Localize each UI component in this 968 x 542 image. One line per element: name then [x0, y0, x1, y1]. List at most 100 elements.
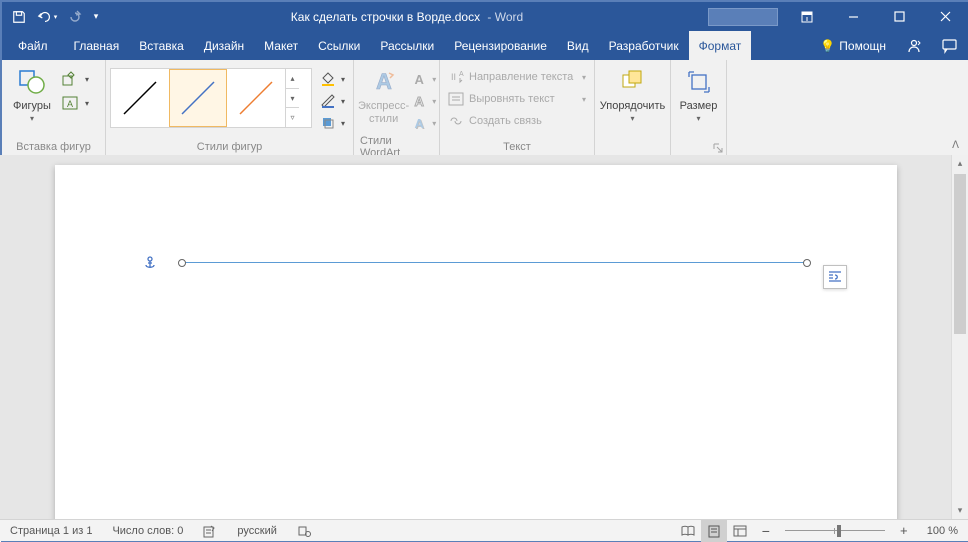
- scroll-track[interactable]: [952, 172, 968, 502]
- shape-effects-icon[interactable]: ▾: [316, 112, 349, 134]
- tab-mailings[interactable]: Рассылки: [370, 31, 444, 60]
- close-icon[interactable]: [922, 2, 968, 31]
- tab-home[interactable]: Главная: [64, 31, 130, 60]
- arrange-icon: [617, 66, 649, 98]
- svg-text:A: A: [459, 71, 464, 78]
- group-label-wordart: Стили WordArt: [354, 138, 439, 156]
- link-icon: [448, 113, 464, 129]
- align-text-icon: [448, 91, 464, 107]
- window-controls: [784, 2, 968, 31]
- document-area: ▴ ▾: [0, 155, 968, 519]
- page[interactable]: [55, 165, 897, 519]
- group-label-size: [671, 138, 726, 156]
- text-box-icon[interactable]: A▾: [60, 92, 91, 114]
- scroll-down-icon[interactable]: ▾: [952, 502, 968, 519]
- tell-me[interactable]: 💡Помощн: [810, 31, 896, 60]
- zoom-knob[interactable]: [837, 525, 841, 537]
- collapse-ribbon-icon[interactable]: ᐱ: [947, 137, 964, 154]
- shapes-button[interactable]: Фигуры ▾: [6, 64, 58, 136]
- status-language[interactable]: русский: [227, 520, 286, 541]
- group-shape-styles: ▴ ▾ ▿ ▾ ▾ ▾ Стили фигур: [106, 60, 354, 156]
- quick-styles-button[interactable]: A Экспресс- стили: [358, 64, 409, 136]
- text-outline-icon: A▾: [409, 90, 438, 112]
- group-insert-shapes: Фигуры ▾ ▾ A▾ Вставка фигур: [2, 60, 106, 156]
- account-area[interactable]: [708, 8, 778, 26]
- web-layout-icon[interactable]: [727, 520, 753, 542]
- scroll-thumb[interactable]: [954, 174, 966, 334]
- redo-icon[interactable]: [62, 5, 88, 29]
- zoom-out-icon[interactable]: −: [753, 520, 779, 542]
- chevron-down-icon: ▾: [696, 114, 700, 123]
- gallery-scroll: ▴ ▾ ▿: [285, 69, 299, 127]
- wordart-icon: A: [368, 66, 400, 98]
- resize-handle-right[interactable]: [803, 259, 811, 267]
- edit-shape-icon[interactable]: ▾: [60, 68, 91, 90]
- gallery-down-icon[interactable]: ▾: [286, 89, 299, 109]
- group-label-text: Текст: [440, 138, 594, 156]
- arrange-label: Упорядочить: [600, 100, 665, 113]
- document-scroll[interactable]: [0, 155, 951, 519]
- status-words[interactable]: Число слов: 0: [102, 520, 193, 541]
- shapes-icon: [16, 66, 48, 98]
- status-proofing[interactable]: [193, 520, 227, 541]
- shape-fill-icon[interactable]: ▾: [316, 68, 349, 90]
- maximize-icon[interactable]: [876, 2, 922, 31]
- shape-style-3[interactable]: [227, 69, 285, 127]
- qat-customize-icon[interactable]: ▾: [90, 5, 102, 29]
- macro-record-icon: [297, 524, 311, 538]
- gallery-more-icon[interactable]: ▿: [286, 108, 299, 127]
- text-direction-icon: IIA: [448, 69, 464, 85]
- tab-review[interactable]: Рецензирование: [444, 31, 557, 60]
- quick-styles-label: Экспресс- стили: [358, 100, 409, 126]
- zoom-slider[interactable]: [785, 520, 885, 542]
- size-button[interactable]: Размер ▾: [675, 64, 722, 136]
- tab-references[interactable]: Ссылки: [308, 31, 370, 60]
- minimize-icon[interactable]: [830, 2, 876, 31]
- gallery-up-icon[interactable]: ▴: [286, 69, 299, 89]
- group-label-arrange: [595, 138, 670, 156]
- chevron-down-icon: ▾: [630, 114, 634, 123]
- arrange-button[interactable]: Упорядочить ▾: [599, 64, 666, 136]
- tab-format[interactable]: Формат: [689, 31, 752, 60]
- print-layout-icon[interactable]: [701, 520, 727, 542]
- window-title: Как сделать строчки в Ворде.docx - Word: [106, 10, 708, 24]
- selected-line-shape[interactable]: [182, 262, 807, 263]
- status-macro[interactable]: [287, 520, 321, 541]
- tab-design[interactable]: Дизайн: [194, 31, 254, 60]
- anchor-icon[interactable]: [144, 256, 156, 270]
- shape-style-2[interactable]: [169, 69, 227, 127]
- shape-style-1[interactable]: [111, 69, 169, 127]
- chevron-down-icon: ▾: [30, 114, 34, 123]
- group-label-styles: Стили фигур: [106, 138, 353, 156]
- shape-style-gallery: ▴ ▾ ▿: [110, 68, 312, 128]
- read-mode-icon[interactable]: [675, 520, 701, 542]
- ribbon: Фигуры ▾ ▾ A▾ Вставка фигур ▴ ▾ ▿: [2, 60, 968, 157]
- resize-handle-left[interactable]: [178, 259, 186, 267]
- undo-icon[interactable]: ▾: [34, 5, 60, 29]
- tab-developer[interactable]: Разработчик: [599, 31, 689, 60]
- share-icon[interactable]: [896, 31, 932, 60]
- quick-access-toolbar: ▾ ▾: [2, 5, 106, 29]
- group-arrange: Упорядочить ▾: [595, 60, 671, 156]
- tab-insert[interactable]: Вставка: [129, 31, 194, 60]
- vertical-scrollbar[interactable]: ▴ ▾: [951, 155, 968, 519]
- status-page[interactable]: Страница 1 из 1: [0, 520, 102, 541]
- tab-layout[interactable]: Макет: [254, 31, 308, 60]
- layout-options-icon[interactable]: [823, 265, 847, 289]
- save-icon[interactable]: [6, 5, 32, 29]
- tab-view[interactable]: Вид: [557, 31, 599, 60]
- doc-name: Как сделать строчки в Ворде.docx: [291, 10, 480, 24]
- dialog-launcher-icon[interactable]: [711, 141, 724, 154]
- scroll-up-icon[interactable]: ▴: [952, 155, 968, 172]
- group-label-shapes: Вставка фигур: [2, 138, 105, 156]
- tab-file[interactable]: Файл: [2, 31, 64, 60]
- zoom-in-icon[interactable]: +: [891, 520, 917, 542]
- bulb-icon: 💡: [820, 39, 835, 53]
- group-wordart-styles: A Экспресс- стили A▾ A▾ A▾ Стили WordArt: [354, 60, 440, 156]
- comments-icon[interactable]: [932, 31, 968, 60]
- status-bar: Страница 1 из 1 Число слов: 0 русский − …: [0, 519, 968, 541]
- zoom-level[interactable]: 100 %: [917, 520, 968, 541]
- proofing-icon: [203, 524, 217, 538]
- ribbon-display-options-icon[interactable]: [784, 2, 830, 31]
- shape-outline-icon[interactable]: ▾: [316, 90, 349, 112]
